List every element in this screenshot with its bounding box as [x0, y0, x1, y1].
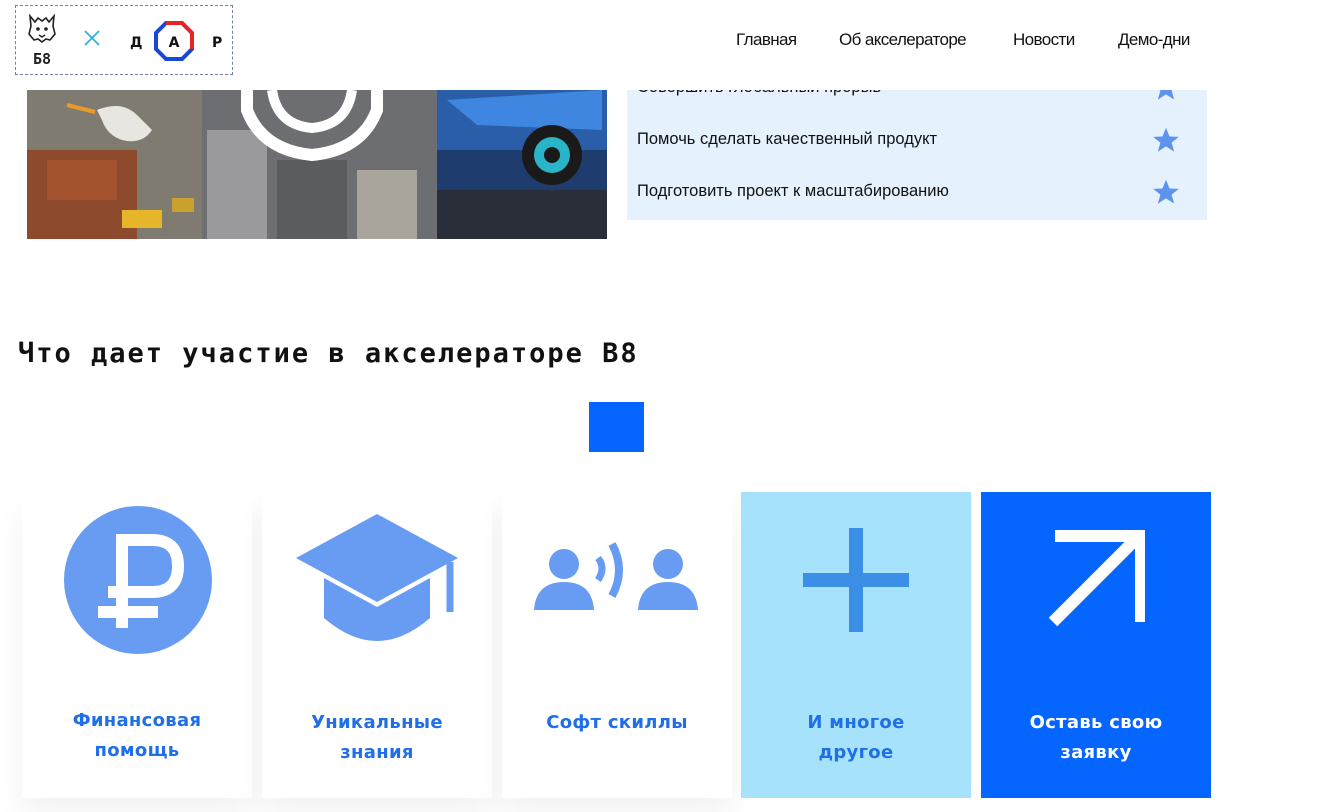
hero-image: [27, 90, 607, 239]
benefit-card-knowledge: Уникальные знания: [262, 492, 492, 798]
logo-link[interactable]: Б8 Д А Р: [15, 5, 233, 75]
card-label-line: Финансовая: [72, 710, 202, 731]
nav-demo-days[interactable]: Демо-дни: [1118, 30, 1190, 50]
card-label: Софт скиллы: [502, 708, 732, 738]
arrow-up-right-icon: [1048, 530, 1145, 627]
benefit-card-soft-skills: Софт скиллы: [502, 492, 732, 798]
goal-text: Подготовить проект к масштабированию: [637, 182, 949, 200]
card-label-line: знания: [340, 742, 414, 763]
card-label: Финансовая помощь: [22, 706, 252, 766]
dar-letter-r: Р: [212, 35, 222, 51]
card-label-line: И многое: [807, 712, 905, 733]
card-label-line: Оставь свою: [1029, 712, 1163, 733]
game-collage-image: [27, 90, 607, 239]
benefit-card-finance: Финансовая помощь: [22, 492, 252, 798]
dar-letter-d: Д: [130, 35, 142, 51]
dar-letter-a: А: [169, 35, 180, 51]
dar-logo-icon: Д А Р: [130, 21, 222, 61]
b8-logo-icon: Б8: [28, 13, 56, 68]
goal-item: Подготовить проект к масштабированию: [637, 178, 1179, 208]
card-label: И многое другое: [741, 708, 971, 768]
benefit-card-more[interactable]: И многое другое: [741, 492, 971, 798]
card-label: Уникальные знания: [262, 708, 492, 768]
ruble-icon: [64, 506, 212, 654]
card-label-line: помощь: [94, 740, 180, 761]
speaking-people-icon: [534, 542, 698, 610]
decorative-square: [589, 402, 644, 452]
nav-home[interactable]: Главная: [736, 30, 797, 50]
cross-icon: [84, 30, 100, 46]
nav-about[interactable]: Об акселераторе: [839, 30, 967, 50]
nav-news[interactable]: Новости: [1013, 30, 1075, 50]
logo-text: Б8: [33, 50, 51, 68]
star-icon: [1153, 127, 1179, 152]
card-label-line: заявку: [1060, 742, 1132, 763]
goal-item: Помочь сделать качественный продукт: [637, 126, 1179, 156]
plus-icon: [803, 528, 909, 632]
star-icon: [1153, 179, 1179, 204]
apply-button[interactable]: Оставь свою заявку: [981, 492, 1211, 798]
site-header: Б8 Д А Р Главная Об акселераторе Новости…: [0, 0, 1342, 90]
card-label: Оставь свою заявку: [981, 708, 1211, 768]
section-title: Что дает участие в акселераторе B8: [18, 338, 639, 369]
card-label-line: Софт скиллы: [546, 712, 688, 733]
graduation-cap-icon: [296, 514, 458, 641]
card-label-line: другое: [818, 742, 894, 763]
goal-text: Помочь сделать качественный продукт: [637, 130, 938, 148]
card-label-line: Уникальные: [311, 712, 443, 733]
